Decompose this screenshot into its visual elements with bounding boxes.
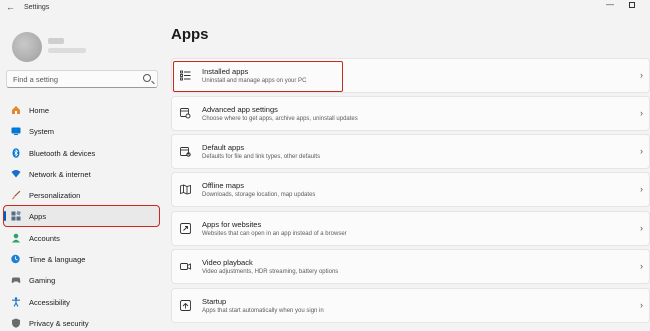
chevron-right-icon: › — [640, 146, 643, 156]
apps-for-websites-card[interactable]: Apps for websites Websites that can open… — [171, 211, 650, 246]
card-title: Advanced app settings — [202, 105, 278, 114]
sidebar-item-label: Accessibility — [29, 298, 70, 307]
sidebar-item-time-language[interactable]: Time & language — [4, 249, 159, 269]
system-icon — [11, 127, 21, 135]
gaming-icon — [11, 277, 21, 283]
sidebar-item-label: Bluetooth & devices — [29, 149, 96, 158]
video-icon — [180, 263, 191, 270]
minimize-button[interactable]: — — [606, 0, 614, 9]
brush-icon — [11, 190, 21, 200]
search-placeholder: Find a setting — [13, 75, 59, 84]
card-title: Offline maps — [202, 181, 244, 190]
chevron-right-icon: › — [640, 184, 643, 194]
sidebar-item-accounts[interactable]: Accounts — [4, 228, 159, 248]
sidebar-item-accessibility[interactable]: Accessibility — [4, 292, 159, 312]
chevron-right-icon: › — [640, 70, 643, 80]
advanced-app-settings-card[interactable]: Advanced app settings Choose where to ge… — [171, 96, 650, 131]
sidebar-item-personalization[interactable]: Personalization — [4, 185, 159, 205]
installed-apps-highlight-box — [173, 61, 343, 92]
video-playback-card[interactable]: Video playback Video adjustments, HDR st… — [171, 249, 650, 284]
card-description: Websites that can open in an app instead… — [202, 231, 347, 237]
profile-name-blurred — [48, 38, 64, 44]
back-arrow-icon[interactable]: ← — [6, 2, 15, 12]
chevron-right-icon: › — [640, 261, 643, 271]
default-apps-card[interactable]: Default apps Defaults for file and link … — [171, 134, 650, 169]
network-icon — [11, 170, 21, 178]
sidebar-item-label: Gaming — [29, 276, 56, 285]
link-icon — [180, 223, 191, 234]
sidebar-item-label: Network & internet — [29, 170, 91, 179]
sidebar-item-bluetooth[interactable]: Bluetooth & devices — [4, 143, 159, 163]
window-title: Settings — [24, 4, 50, 11]
sidebar-item-label: Apps — [29, 212, 47, 221]
page-title: Apps — [171, 26, 209, 43]
card-title: Apps for websites — [202, 220, 262, 229]
accounts-icon — [12, 233, 20, 243]
startup-card[interactable]: Startup Apps that start automatically wh… — [171, 288, 650, 323]
active-indicator — [4, 211, 6, 221]
sidebar-item-network[interactable]: Network & internet — [4, 164, 159, 184]
offline-maps-card[interactable]: Offline maps Downloads, storage location… — [171, 172, 650, 207]
app-settings-icon — [180, 108, 191, 119]
search-input[interactable]: Find a setting — [6, 70, 158, 88]
card-description: Video adjustments, HDR streaming, batter… — [202, 269, 339, 275]
sidebar-item-label: Accounts — [29, 234, 60, 243]
bluetooth-icon — [12, 148, 20, 158]
sidebar-item-label: System — [29, 127, 55, 136]
map-icon — [180, 184, 191, 195]
home-icon — [12, 106, 20, 114]
search-icon[interactable] — [143, 74, 151, 82]
profile-email-blurred — [48, 48, 86, 53]
chevron-right-icon: › — [640, 108, 643, 118]
card-title: Default apps — [202, 143, 245, 152]
shield-icon — [12, 318, 20, 328]
card-description: Defaults for file and link types, other … — [202, 154, 321, 160]
card-description: Downloads, storage location, map updates — [202, 192, 316, 198]
chevron-right-icon: › — [640, 223, 643, 233]
default-apps-icon — [180, 147, 191, 157]
startup-icon — [180, 300, 191, 311]
card-description: Choose where to get apps, archive apps, … — [202, 116, 358, 122]
maximize-button[interactable] — [629, 2, 635, 8]
chevron-right-icon: › — [640, 300, 643, 310]
sidebar-item-label: Personalization — [29, 191, 81, 200]
sidebar-item-system[interactable]: System — [4, 121, 159, 141]
title-bar: ← Settings — — [0, 0, 650, 18]
avatar[interactable] — [12, 32, 42, 62]
sidebar-item-label: Home — [29, 106, 50, 115]
sidebar: Find a setting Home System Bluetooth & d… — [0, 18, 165, 331]
sidebar-item-gaming[interactable]: Gaming — [4, 270, 159, 290]
card-title: Startup — [202, 297, 227, 306]
sidebar-item-label: Privacy & security — [29, 319, 89, 328]
sidebar-item-home[interactable]: Home — [4, 100, 159, 120]
time-language-icon — [11, 254, 20, 264]
accessibility-icon — [12, 297, 20, 307]
sidebar-item-apps[interactable]: Apps — [3, 205, 160, 227]
apps-icon — [11, 211, 21, 221]
sidebar-item-label: Time & language — [29, 255, 86, 264]
sidebar-item-privacy-security[interactable]: Privacy & security — [4, 313, 159, 331]
card-description: Apps that start automatically when you s… — [202, 308, 324, 314]
card-title: Video playback — [202, 258, 253, 267]
